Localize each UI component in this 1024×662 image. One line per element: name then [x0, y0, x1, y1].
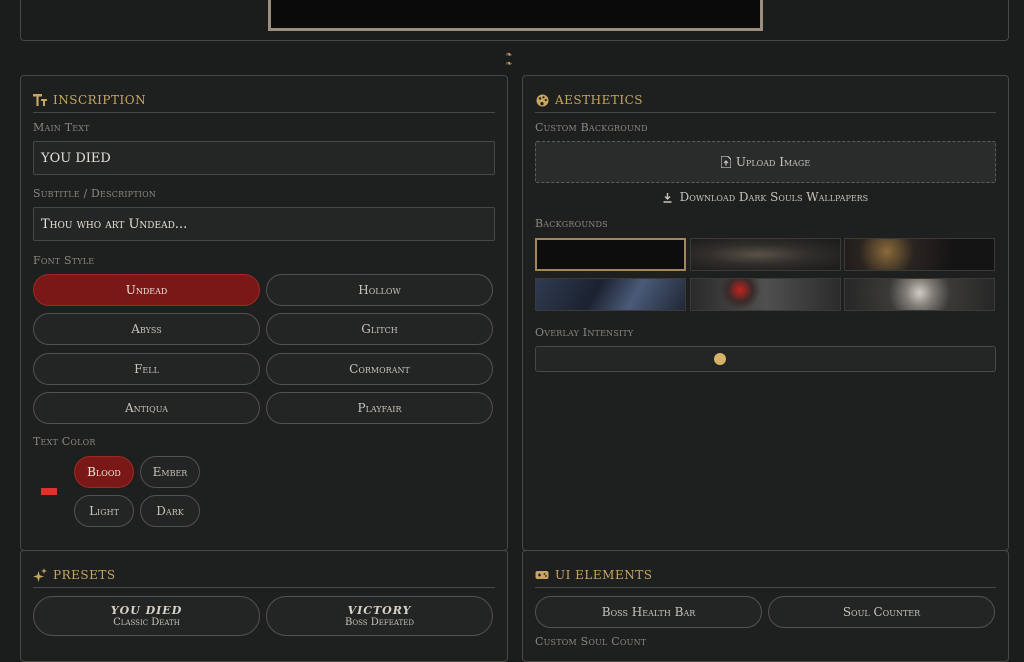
download-icon: [663, 192, 672, 203]
background-thumb-ruins[interactable]: [690, 238, 841, 271]
inscription-header: Inscription: [33, 88, 495, 113]
palette-icon: [535, 93, 549, 107]
preset-title: YOU DIED: [110, 604, 183, 617]
font-cormorant-button[interactable]: Cormorant: [266, 353, 493, 385]
main-text-label: Main Text: [33, 121, 90, 134]
background-thumb-black[interactable]: [535, 238, 686, 271]
font-playfair-button[interactable]: Playfair: [266, 392, 493, 424]
download-wallpapers-label: Download Dark Souls Wallpapers: [679, 190, 869, 204]
color-ember-button[interactable]: Ember: [140, 456, 200, 488]
main-text-input[interactable]: YOU DIED: [33, 141, 495, 175]
font-hollow-button[interactable]: Hollow: [266, 274, 493, 306]
preset-subtitle: Classic Death: [113, 617, 180, 628]
ui-elements-panel: UI Elements Boss Health Bar Soul Counter…: [522, 550, 1009, 662]
presets-panel: Presets YOU DIED Classic Death VICTORY B…: [20, 550, 508, 662]
text-format-icon: [33, 93, 47, 107]
ui-elements-header: UI Elements: [535, 563, 996, 588]
file-upload-icon: [720, 156, 731, 168]
slider-thumb[interactable]: [713, 353, 726, 365]
preview-canvas: [268, 0, 763, 31]
overlay-intensity-label: Overlay Intensity: [535, 326, 634, 339]
font-glitch-button[interactable]: Glitch: [266, 313, 493, 345]
custom-background-label: Custom Background: [535, 121, 648, 134]
aesthetics-header: Aesthetics: [535, 88, 996, 113]
presets-title: Presets: [53, 568, 116, 582]
text-color-label: Text Color: [33, 435, 96, 448]
background-thumb-embers[interactable]: [844, 238, 995, 271]
color-dark-button[interactable]: Dark: [140, 495, 200, 527]
aesthetics-panel: Aesthetics Custom Background Upload Imag…: [522, 75, 1009, 551]
preview-frame: [20, 0, 1009, 41]
color-blood-button[interactable]: Blood: [74, 456, 134, 488]
gamepad-icon: [535, 568, 549, 582]
inscription-panel: Inscription Main Text YOU DIED Subtitle …: [20, 75, 508, 551]
sparkles-icon: [33, 568, 47, 582]
upload-image-label: Upload Image: [735, 155, 811, 169]
preset-boss-defeated-button[interactable]: VICTORY Boss Defeated: [266, 596, 493, 636]
preset-title: VICTORY: [347, 604, 412, 617]
subtitle-input[interactable]: Thou who art Undead...: [33, 207, 495, 241]
background-thumb-knight[interactable]: [535, 278, 686, 311]
inscription-title: Inscription: [53, 93, 147, 107]
overlay-intensity-slider[interactable]: [535, 346, 996, 372]
preset-classic-death-button[interactable]: YOU DIED Classic Death: [33, 596, 260, 636]
font-abyss-button[interactable]: Abyss: [33, 313, 260, 345]
upload-image-button[interactable]: Upload Image: [535, 141, 996, 183]
background-thumb-hooded[interactable]: [844, 278, 995, 311]
font-undead-button[interactable]: Undead: [33, 274, 260, 306]
color-light-button[interactable]: Light: [74, 495, 134, 527]
aesthetics-title: Aesthetics: [555, 93, 644, 107]
background-thumb-redeye[interactable]: [690, 278, 841, 311]
presets-header: Presets: [33, 563, 495, 588]
font-antiqua-button[interactable]: Antiqua: [33, 392, 260, 424]
font-fell-button[interactable]: Fell: [33, 353, 260, 385]
preset-subtitle: Boss Defeated: [345, 617, 414, 628]
download-wallpapers-link[interactable]: Download Dark Souls Wallpapers: [535, 190, 996, 204]
ui-elements-title: UI Elements: [555, 568, 653, 582]
backgrounds-label: Backgrounds: [535, 217, 608, 230]
boss-health-bar-button[interactable]: Boss Health Bar: [535, 596, 762, 628]
font-style-label: Font Style: [33, 254, 95, 267]
soul-counter-button[interactable]: Soul Counter: [768, 596, 995, 628]
divider-ornament: ❧ ❧: [505, 50, 519, 68]
color-swatch[interactable]: [41, 488, 57, 495]
subtitle-label: Subtitle / Description: [33, 187, 157, 200]
